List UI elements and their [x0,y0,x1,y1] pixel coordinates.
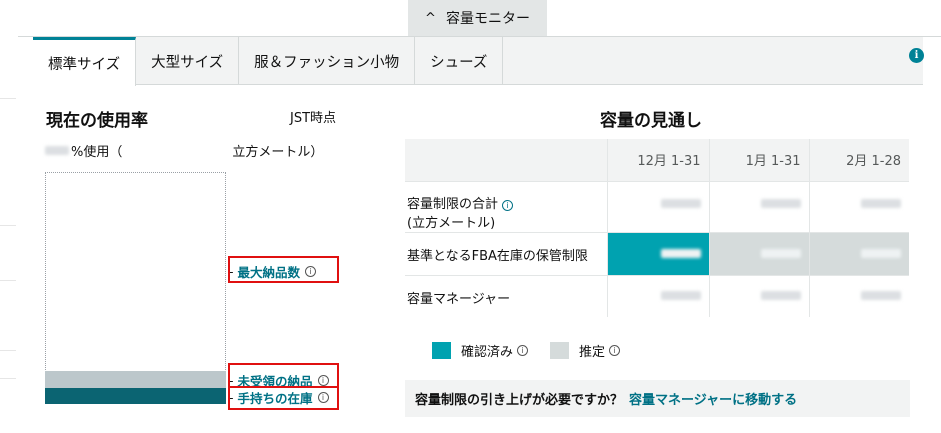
background-divider [0,225,16,226]
unit-label: 立方メートル） [232,145,324,160]
column-header: 12月 1-31 [606,139,709,181]
table-cell [606,180,709,232]
total-capacity-limit-label: 容量制限の合計 [407,196,499,212]
redacted-value [760,290,801,300]
table-cell [708,180,809,232]
capacity-outlook-table: 12月 1-31 1月 1-31 2月 1-28 容量制限の合計 i (立方メート… [405,139,909,317]
confirmed-cell [606,231,709,275]
info-icon[interactable]: i [909,48,924,63]
estimated-cell [708,231,809,275]
table-cell [708,274,809,317]
chevron-up-icon: ^ [425,10,436,26]
row-label: 容量制限の合計 i (立方メートル) [405,180,607,232]
tab-apparel[interactable]: 服＆ファッション小物 [239,37,416,85]
percent-label: %使用（ [71,145,123,160]
redacted-value [660,198,701,208]
usage-gauge [45,172,226,404]
redacted-value [760,248,801,258]
redacted-value [861,198,901,208]
table-cell [808,274,909,317]
table-row: 基準となるFBA在庫の保管制限 [405,231,909,275]
total-capacity-unit: (立方メートル) [407,215,496,231]
redacted-value [660,290,701,300]
table-cell [606,274,709,317]
tab-standard-size[interactable]: 標準サイズ [33,37,137,86]
on-hand-fill [45,388,226,404]
highlight-box [228,363,339,388]
estimated-swatch [550,342,570,359]
highlight-box [228,386,339,410]
confirmed-legend-label: 確認済み [461,345,514,360]
background-divider [0,378,16,379]
estimated-cell [808,231,909,275]
tab-oversize[interactable]: 大型サイズ [136,37,240,85]
capacity-increase-question: 容量制限の引き上げが必要ですか？ [415,393,624,408]
estimated-legend-label: 推定 [579,345,606,360]
info-circle-icon[interactable]: i [502,199,514,211]
column-header: 2月 1-28 [808,139,909,181]
capacity-increase-banner: 容量制限の引き上げが必要ですか？ 容量マネージャーに移動する [405,380,910,417]
table-cell [808,180,909,232]
size-tabs: 標準サイズ 大型サイズ 服＆ファッション小物 シューズ [33,37,923,86]
background-divider [0,280,16,281]
info-circle-icon[interactable]: i [517,345,529,356]
capacity-outlook-title: 容量の見通し [600,111,702,131]
capacity-monitor-toggle[interactable]: ^ 容量モニター [408,0,547,36]
usage-timestamp: JST時点 [290,111,337,126]
redacted-value [660,248,701,258]
outlook-legend: 確認済み i 推定 i [432,341,621,360]
usage-summary: %使用（ 立方メートル） [45,141,323,160]
highlight-box [228,256,339,283]
capacity-manager-link[interactable]: 容量マネージャーに移動する [629,389,797,408]
row-label: 基準となるFBA在庫の保管制限 [405,231,607,275]
capacity-monitor-label: 容量モニター [445,11,530,27]
current-usage-title: 現在の使用率 [46,111,148,131]
confirmed-swatch [432,342,451,359]
tab-shoes[interactable]: シューズ [415,37,504,85]
row-label: 容量マネージャー [405,274,607,317]
pending-inbound-fill [45,371,226,388]
table-header-empty [405,139,607,181]
table-row: 容量マネージャー [405,274,909,317]
background-divider [0,98,16,99]
background-divider [0,350,16,351]
redacted-value [45,146,69,155]
info-circle-icon[interactable]: i [609,345,621,356]
table-row: 容量制限の合計 i (立方メートル) [405,180,909,232]
redacted-value [861,290,901,300]
column-header: 1月 1-31 [708,139,809,181]
redacted-value [861,248,901,258]
redacted-value [760,198,801,208]
